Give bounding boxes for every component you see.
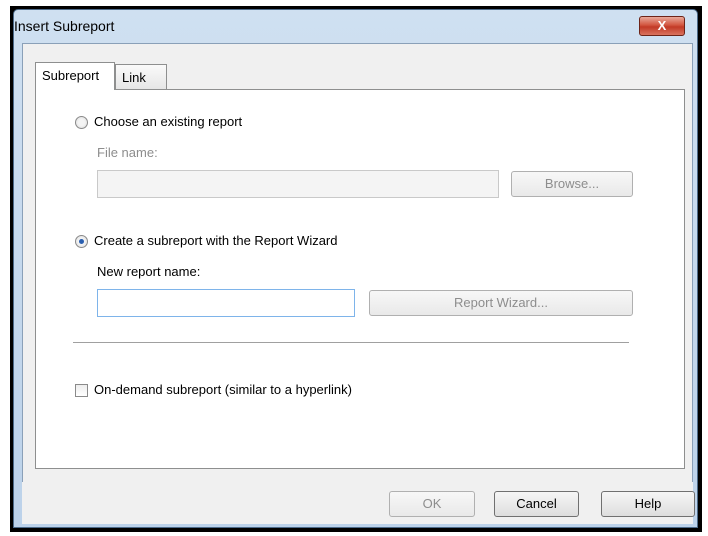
- separator-line: [73, 342, 629, 343]
- file-name-label: File name:: [97, 145, 158, 160]
- help-button[interactable]: Help: [601, 491, 695, 517]
- existing-report-label: Choose an existing report: [94, 114, 243, 129]
- report-wizard-radio[interactable]: [75, 235, 88, 248]
- cancel-button[interactable]: Cancel: [494, 491, 579, 517]
- dialog-title: Insert Subreport: [14, 18, 115, 34]
- on-demand-checkbox[interactable]: [75, 384, 88, 397]
- tab-link[interactable]: Link: [115, 64, 167, 90]
- tab-subreport[interactable]: Subreport: [35, 62, 115, 90]
- button-bar: [22, 482, 693, 524]
- close-icon: X: [657, 18, 667, 33]
- file-name-field[interactable]: [97, 170, 499, 198]
- ok-button[interactable]: OK: [389, 491, 475, 517]
- report-wizard-label: Create a subreport with the Report Wizar…: [94, 233, 338, 248]
- existing-report-radio[interactable]: [75, 116, 88, 129]
- tab-link-label: Link: [122, 70, 146, 85]
- tab-subreport-label: Subreport: [42, 68, 100, 83]
- browse-button[interactable]: Browse...: [511, 171, 633, 197]
- new-report-name-label: New report name:: [97, 264, 201, 279]
- on-demand-label: On-demand subreport (similar to a hyperl…: [94, 382, 352, 397]
- close-button[interactable]: X: [639, 16, 685, 36]
- new-report-name-input[interactable]: [97, 289, 355, 317]
- report-wizard-button[interactable]: Report Wizard...: [369, 290, 633, 316]
